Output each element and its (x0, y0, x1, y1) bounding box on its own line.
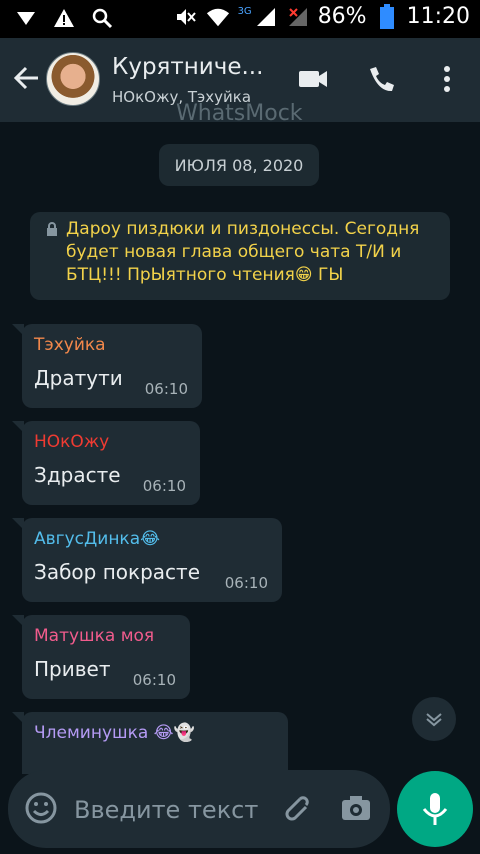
system-message: Дароу пиздюки и пиздонессы. Сегодня буде… (30, 212, 450, 300)
chat-title[interactable]: Курятниче... (112, 54, 263, 80)
back-arrow-icon[interactable] (12, 64, 40, 92)
attach-icon[interactable] (278, 791, 312, 825)
lock-icon (44, 221, 60, 237)
message-input[interactable]: Введите текст (74, 796, 258, 824)
chat-area[interactable]: ИЮЛЯ 08, 2020 Дароу пиздюки и пиздонессы… (0, 122, 480, 774)
message-time: 06:10 (224, 574, 268, 592)
signal-strength-icon (254, 5, 278, 29)
voice-call-icon[interactable] (364, 62, 398, 96)
system-message-text: Дароу пиздюки и пиздонессы. Сегодня буде… (66, 219, 420, 285)
message-sender: АвгусДинка😂 (34, 529, 160, 549)
message-sender: Члеминушка 😂👻 (34, 723, 195, 743)
clock: 11:20 (406, 4, 470, 29)
video-call-icon[interactable] (296, 62, 330, 96)
network-badge: 3G (237, 6, 252, 17)
avatar[interactable] (46, 52, 100, 106)
message-time: 06:10 (132, 671, 176, 689)
message-sender: Матушка моя (34, 626, 155, 646)
message-bubble[interactable]: НОкОжу Здрасте 06:10 (12, 421, 200, 505)
date-divider: ИЮЛЯ 08, 2020 (159, 144, 319, 186)
status-bar: 3G 86% 11:20 (0, 0, 480, 38)
message-sender: Тэхуйка (34, 335, 106, 355)
mute-icon (174, 5, 198, 29)
battery-percent: 86% (317, 4, 367, 29)
scroll-to-bottom-button[interactable] (412, 697, 456, 741)
wifi-icon (206, 5, 230, 29)
warning-icon (52, 6, 76, 30)
message-bubble[interactable]: Матушка моя Привет 06:10 (12, 615, 190, 699)
message-bubble[interactable]: АвгусДинка😂 Забор покрасте 06:10 (12, 518, 282, 602)
mic-button[interactable] (397, 771, 473, 847)
message-bubble[interactable]: Тэхуйка Дратути 06:10 (12, 324, 202, 408)
message-time: 06:10 (142, 477, 186, 495)
search-icon[interactable] (90, 6, 114, 30)
battery-icon (375, 3, 399, 29)
message-bubble[interactable]: Члеминушка 😂👻 (12, 712, 288, 774)
message-composer[interactable]: Введите текст (8, 770, 390, 848)
chat-header: Курятниче... НОкОжу, Тэхуйка WhatsMock (0, 38, 480, 126)
no-signal-icon (286, 5, 310, 29)
emoji-icon[interactable] (24, 791, 58, 825)
signal-icon (14, 6, 38, 30)
mic-icon (422, 793, 448, 825)
more-options-icon[interactable] (430, 62, 464, 96)
message-sender: НОкОжу (34, 432, 110, 452)
chevron-down-icon (426, 713, 442, 727)
camera-icon[interactable] (339, 791, 373, 825)
message-time: 06:10 (144, 380, 188, 398)
